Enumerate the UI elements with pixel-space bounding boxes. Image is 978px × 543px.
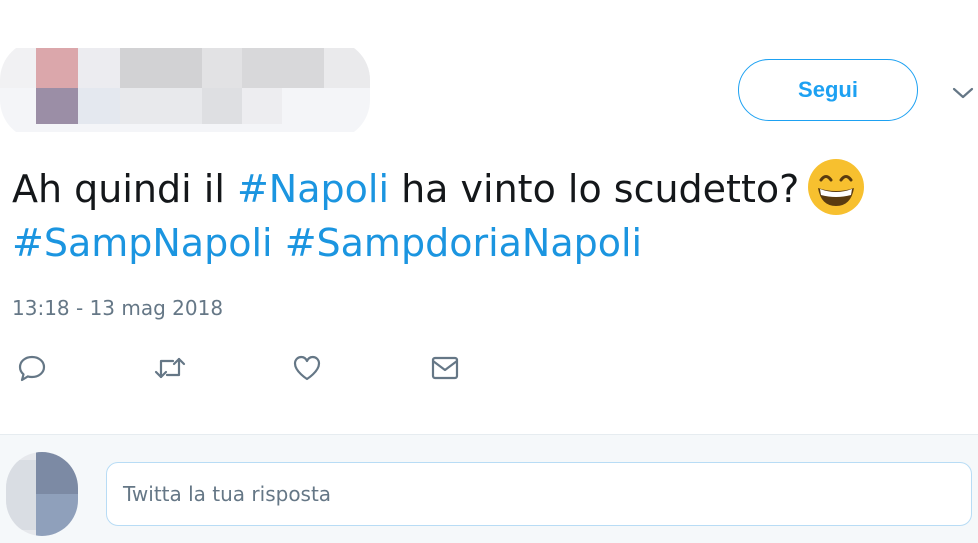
blurred-user-info[interactable] bbox=[0, 40, 370, 140]
hashtag-link[interactable]: #SampNapoli bbox=[12, 221, 273, 265]
reply-input[interactable]: Twitta la tua risposta bbox=[106, 462, 972, 526]
heart-icon[interactable] bbox=[289, 350, 325, 386]
tweet-text-part: Ah quindi il bbox=[12, 167, 237, 211]
hashtag-link[interactable]: #Napoli bbox=[237, 167, 389, 211]
tweet-header: Segui bbox=[0, 0, 978, 145]
hashtag-link[interactable]: #SampdoriaNapoli bbox=[285, 221, 642, 265]
retweet-icon[interactable] bbox=[152, 350, 188, 386]
follow-button[interactable]: Segui bbox=[738, 59, 918, 121]
envelope-icon[interactable] bbox=[427, 350, 463, 386]
tweet-text-part: ha vinto lo scudetto? bbox=[389, 167, 800, 211]
grinning-face-emoji-icon bbox=[807, 158, 865, 216]
tweet-timestamp[interactable]: 13:18 - 13 mag 2018 bbox=[12, 296, 223, 320]
chevron-down-icon[interactable] bbox=[950, 80, 976, 106]
tweet-actions bbox=[0, 350, 978, 390]
follow-button-label: Segui bbox=[798, 77, 858, 102]
avatar bbox=[6, 452, 78, 536]
tweet-text: Ah quindi il #Napoli ha vinto lo scudett… bbox=[12, 158, 972, 270]
reply-icon[interactable] bbox=[14, 350, 50, 386]
reply-input-placeholder: Twitta la tua risposta bbox=[123, 482, 332, 506]
